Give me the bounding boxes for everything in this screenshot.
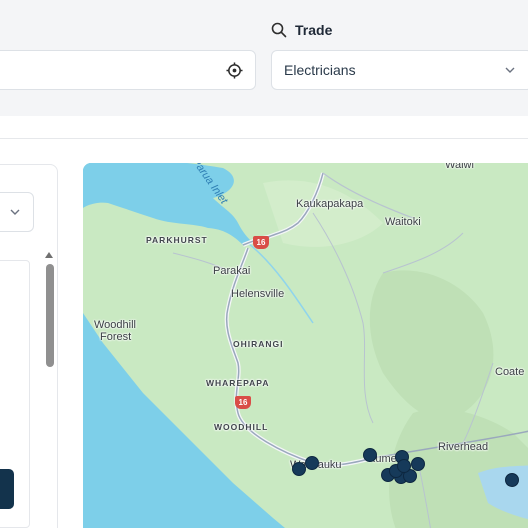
search-icon: [271, 22, 287, 38]
map-place-label: Woodhill: [94, 319, 136, 331]
map-pin[interactable]: [505, 473, 519, 487]
map-place-label: Forest: [100, 331, 132, 343]
map-place-label: Coate: [495, 366, 525, 378]
trade-heading-label: Trade: [295, 22, 333, 38]
map-pin[interactable]: [363, 448, 377, 462]
map-place-label: OHIRANGI: [233, 339, 284, 349]
map-place-label: Riverhead: [438, 441, 489, 453]
map-pin[interactable]: [292, 462, 306, 476]
map-place-label: WHAREPAPA: [206, 378, 270, 388]
highway-shield: 16: [253, 236, 269, 249]
chevron-down-icon: [10, 209, 20, 215]
trade-heading: Trade: [271, 22, 332, 38]
map-place-label: Waiwi: [445, 163, 474, 171]
scroll-up-arrow[interactable]: [45, 252, 53, 258]
sort-select[interactable]: [0, 192, 34, 232]
location-input[interactable]: [0, 50, 256, 90]
map-pin[interactable]: [397, 459, 411, 473]
map-place-label: Parakai: [213, 265, 251, 277]
trade-select-value: Electricians: [284, 62, 356, 78]
map-canvas[interactable]: [83, 163, 528, 528]
locate-icon[interactable]: [226, 62, 243, 79]
map-pin[interactable]: [305, 456, 319, 470]
highway-shield: 16: [235, 396, 251, 409]
chevron-down-icon: [505, 67, 515, 73]
map-place-label: PARKHURST: [146, 235, 208, 245]
map-place-label: Waitoki: [385, 216, 421, 228]
section-divider: [0, 138, 528, 139]
result-action-button[interactable]: [0, 469, 14, 509]
map-place-label: WOODHILL: [214, 422, 269, 432]
map-place-label: Helensville: [231, 288, 285, 300]
scrollbar-thumb[interactable]: [46, 264, 54, 367]
map-pin[interactable]: [411, 457, 425, 471]
map-place-label: Kaukapakapa: [296, 198, 364, 210]
map-view[interactable]: Waiwi Kaukapakapa Waitoki PARKHURST Parakai H…: [83, 163, 528, 528]
trade-select[interactable]: Electricians: [271, 50, 528, 90]
